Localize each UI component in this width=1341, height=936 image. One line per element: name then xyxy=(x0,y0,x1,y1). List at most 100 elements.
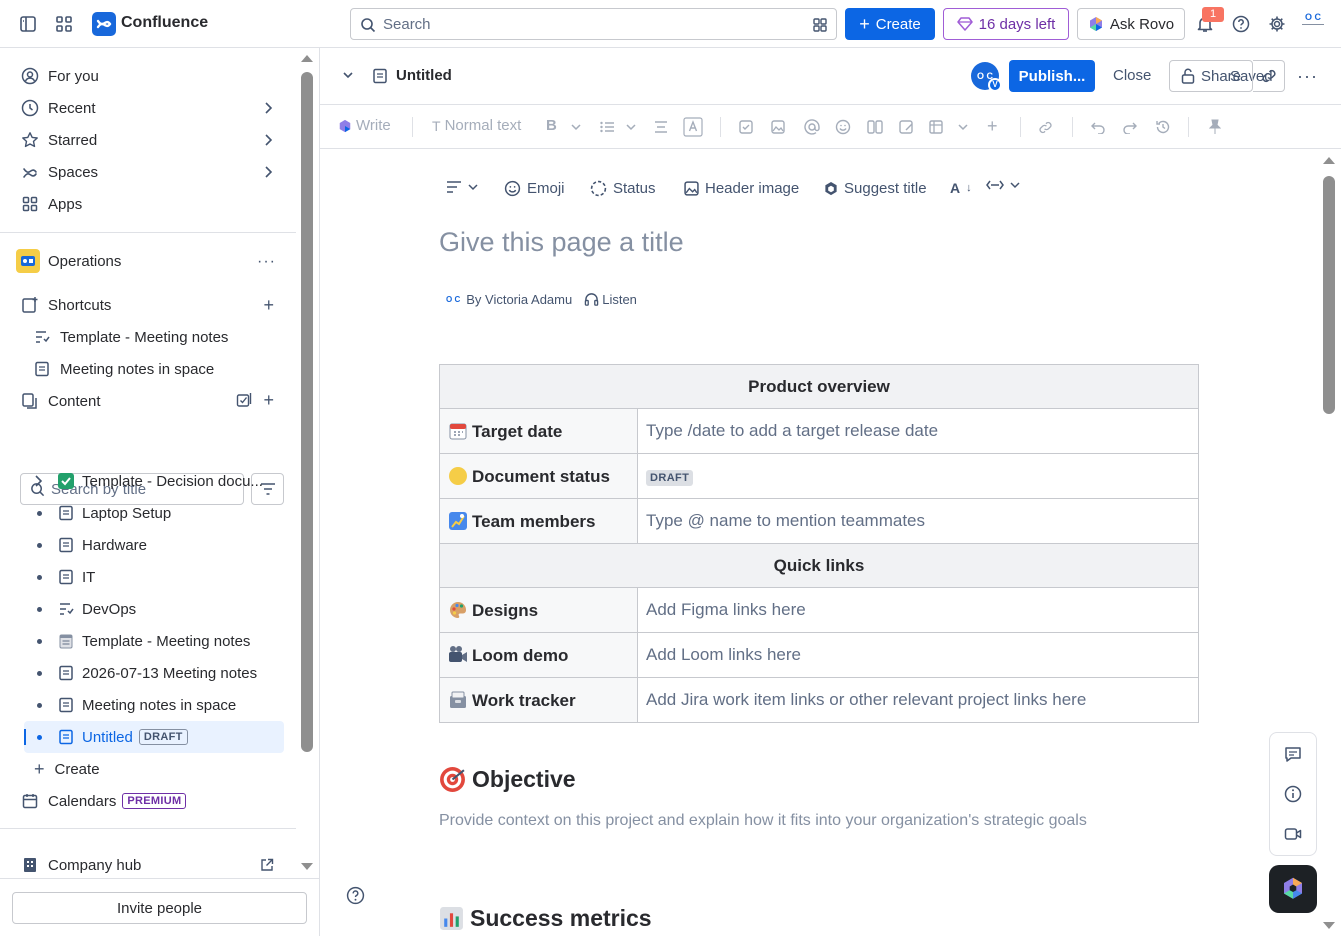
text-style-dropdown[interactable]: T Normal text xyxy=(432,117,521,134)
close-button[interactable]: Close xyxy=(1113,67,1151,84)
create-button[interactable]: + Create xyxy=(845,8,935,40)
tree-item[interactable]: DevOps xyxy=(24,593,284,625)
chevron-right-icon[interactable] xyxy=(262,133,274,147)
sidebar-item-calendars[interactable]: Calendars PREMIUM xyxy=(12,785,284,817)
sidebar-item-starred[interactable]: Starred xyxy=(12,124,284,156)
sidebar-item-shortcuts[interactable]: Shortcuts + xyxy=(12,289,284,321)
page-breadcrumb-title[interactable]: Untitled xyxy=(396,67,452,84)
shortcut-item[interactable]: Template - Meeting notes xyxy=(24,321,284,353)
chevron-down-icon[interactable] xyxy=(571,123,581,131)
font-size-icon[interactable]: A ↓ xyxy=(950,180,972,196)
write-mode-button[interactable]: Write xyxy=(338,117,391,134)
sidebar-item-apps[interactable]: Apps xyxy=(12,188,284,220)
bulk-edit-icon[interactable] xyxy=(236,392,252,408)
listen-button[interactable]: Listen xyxy=(584,292,637,307)
user-avatar[interactable]: O C xyxy=(1299,12,1327,36)
author-avatar[interactable]: O C xyxy=(446,295,460,304)
add-content-icon[interactable]: + xyxy=(263,390,274,411)
ask-rovo-button[interactable]: Ask Rovo xyxy=(1077,8,1185,40)
sidebar-item-recent[interactable]: Recent xyxy=(12,92,284,124)
more-options-icon[interactable]: ··· xyxy=(1297,66,1318,87)
link-icon[interactable] xyxy=(1038,120,1053,135)
tree-item[interactable]: Template - Meeting notes xyxy=(24,625,284,657)
undo-icon[interactable] xyxy=(1091,120,1105,134)
chevron-right-icon[interactable] xyxy=(262,165,274,179)
align-icon[interactable] xyxy=(654,121,668,133)
table-value-cell[interactable]: Add Jira work item links or other releva… xyxy=(637,677,1199,723)
document-status-badge[interactable]: DRAFT xyxy=(646,470,694,486)
add-header-image-button[interactable]: Header image xyxy=(684,180,799,197)
sidebar-item-for-you[interactable]: For you xyxy=(12,60,284,92)
collaborator-avatar[interactable]: O C V xyxy=(971,62,1002,92)
table-value-cell[interactable]: Type /date to add a target release date xyxy=(637,408,1199,454)
copy-link-icon[interactable] xyxy=(1253,60,1285,92)
table-header[interactable]: Product overview xyxy=(439,364,1199,409)
sidebar-item-spaces[interactable]: Spaces xyxy=(12,156,284,188)
table-key-cell[interactable]: Work tracker xyxy=(439,677,638,723)
tree-item[interactable]: IT xyxy=(24,561,284,593)
author-name[interactable]: By Victoria Adamu xyxy=(466,292,572,307)
chevron-down-icon[interactable] xyxy=(958,123,968,131)
history-icon[interactable] xyxy=(1155,119,1171,135)
bullet-list-icon[interactable] xyxy=(600,121,614,133)
more-actions-icon[interactable]: ··· xyxy=(257,253,276,271)
text-color-icon[interactable] xyxy=(683,117,703,137)
table-header[interactable]: Quick links xyxy=(439,543,1199,588)
help-icon[interactable] xyxy=(346,886,365,905)
scroll-up-arrow-icon[interactable] xyxy=(300,53,314,63)
scroll-up-arrow-icon[interactable] xyxy=(1322,155,1336,165)
add-shortcut-icon[interactable]: + xyxy=(263,295,274,316)
table-value-cell[interactable]: Add Figma links here xyxy=(637,587,1199,633)
mention-icon[interactable] xyxy=(804,119,820,135)
tree-item[interactable]: 2026-07-13 Meeting notes xyxy=(24,657,284,689)
help-icon[interactable] xyxy=(1225,8,1257,40)
action-item-icon[interactable] xyxy=(739,120,753,134)
insert-plus-icon[interactable]: + xyxy=(987,116,998,137)
scroll-down-arrow-icon[interactable] xyxy=(1322,921,1336,931)
table-value-cell[interactable]: DRAFT xyxy=(637,453,1199,499)
space-operations[interactable]: Operations ··· xyxy=(12,245,284,277)
chevron-down-icon[interactable] xyxy=(342,70,354,80)
edit-image-icon[interactable] xyxy=(899,120,915,134)
sidebar-scrollbar-thumb[interactable] xyxy=(301,72,313,752)
video-icon[interactable] xyxy=(1284,825,1304,845)
pin-icon[interactable] xyxy=(1209,119,1221,135)
table-key-cell[interactable]: Target date xyxy=(439,408,638,454)
external-link-icon[interactable] xyxy=(260,858,274,872)
page-title-input[interactable]: Give this page a title xyxy=(439,227,684,258)
chevron-right-icon[interactable] xyxy=(262,101,274,115)
table-key-cell[interactable]: Loom demo xyxy=(439,632,638,678)
layout-icon[interactable] xyxy=(867,120,883,134)
tree-item-selected[interactable]: Untitled DRAFT xyxy=(24,721,284,753)
share-button[interactable]: Share xyxy=(1169,60,1253,92)
redo-icon[interactable] xyxy=(1123,120,1137,134)
app-name[interactable]: Confluence xyxy=(121,14,208,32)
objective-heading[interactable]: Objective xyxy=(439,766,576,793)
main-scrollbar-thumb[interactable] xyxy=(1323,176,1335,414)
image-icon[interactable] xyxy=(771,120,785,134)
filter-grid-icon[interactable] xyxy=(812,17,828,33)
confluence-logo-icon[interactable] xyxy=(92,12,116,36)
add-status-button[interactable]: Status xyxy=(590,180,656,197)
sidebar-item-content[interactable]: Content + xyxy=(12,385,284,417)
width-toggle-dropdown[interactable] xyxy=(986,180,1020,190)
comment-icon[interactable] xyxy=(1284,745,1304,765)
info-icon[interactable] xyxy=(1284,785,1304,805)
app-switcher-icon[interactable] xyxy=(48,8,80,40)
settings-gear-icon[interactable] xyxy=(1261,8,1293,40)
tree-item[interactable]: Hardware xyxy=(24,529,284,561)
objective-paragraph[interactable]: Provide context on this project and expl… xyxy=(439,812,1087,830)
sidebar-item-company-hub[interactable]: Company hub xyxy=(12,849,284,881)
table-value-cell[interactable]: Add Loom links here xyxy=(637,632,1199,678)
publish-button[interactable]: Publish... xyxy=(1009,60,1095,92)
add-emoji-button[interactable]: Emoji xyxy=(504,180,565,197)
global-search-input[interactable]: Search xyxy=(350,8,837,40)
success-metrics-heading[interactable]: Success metrics xyxy=(439,905,652,932)
chevron-down-icon[interactable] xyxy=(626,123,636,131)
tree-item[interactable]: Laptop Setup xyxy=(24,497,284,529)
scroll-down-arrow-icon[interactable] xyxy=(300,862,314,872)
tree-item[interactable]: Meeting notes in space xyxy=(24,689,284,721)
trial-days-left-button[interactable]: 16 days left xyxy=(943,8,1069,40)
rovo-chat-button[interactable] xyxy=(1269,865,1317,913)
table-value-cell[interactable]: Type @ name to mention teammates xyxy=(637,498,1199,544)
